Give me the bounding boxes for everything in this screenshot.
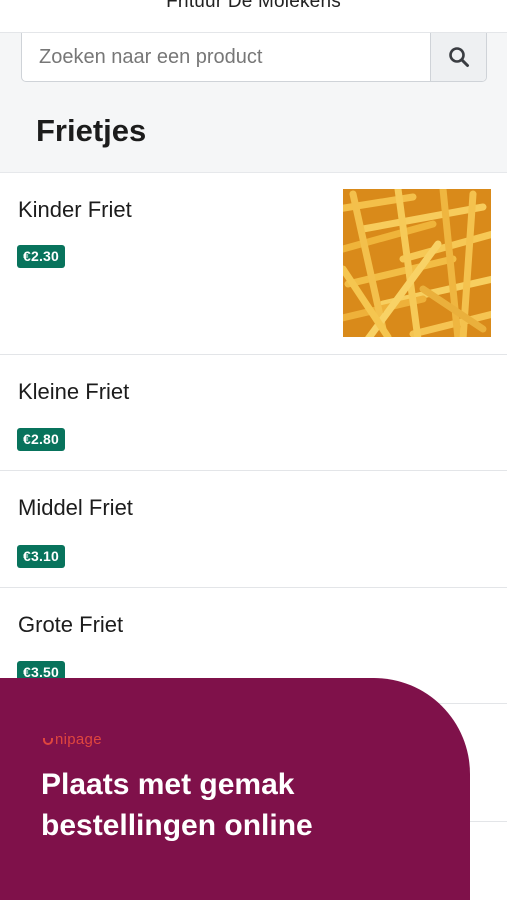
product-name: Grote Friet xyxy=(18,612,124,637)
price-badge: €2.80 xyxy=(17,428,66,451)
price-badge: €3.10 xyxy=(17,545,66,568)
product-item[interactable]: Kinder Friet €2.30 xyxy=(0,173,507,355)
unipage-logo: nipage xyxy=(43,731,102,748)
unipage-logo-mark xyxy=(43,738,53,745)
product-name: Middel Friet xyxy=(18,495,133,520)
promo-banner[interactable]: nipage Plaats met gemak bestellingen onl… xyxy=(0,678,470,900)
price-badge: €2.30 xyxy=(17,245,66,268)
promo-headline: Plaats met gemak bestellingen online xyxy=(41,768,313,842)
category-heading: Frietjes xyxy=(36,113,147,148)
product-image xyxy=(343,189,491,337)
fries-image xyxy=(343,189,491,337)
search-icon xyxy=(448,47,469,67)
top-bar: Frituur De Molekens xyxy=(0,0,507,33)
unipage-logo-text: nipage xyxy=(55,731,102,748)
shop-title: Frituur De Molekens xyxy=(166,0,341,12)
search-button[interactable] xyxy=(430,33,486,81)
product-item[interactable]: Middel Friet €3.10 xyxy=(0,471,507,588)
product-name: Kleine Friet xyxy=(18,379,130,404)
product-item[interactable]: Kleine Friet €2.80 xyxy=(0,355,507,471)
search-bar xyxy=(21,33,487,82)
search-input[interactable] xyxy=(22,33,430,81)
search-section: Frietjes xyxy=(0,33,507,173)
app-page: Frituur De Molekens Frietjes Kinder Frie… xyxy=(0,0,507,900)
product-name: Kinder Friet xyxy=(18,197,132,222)
